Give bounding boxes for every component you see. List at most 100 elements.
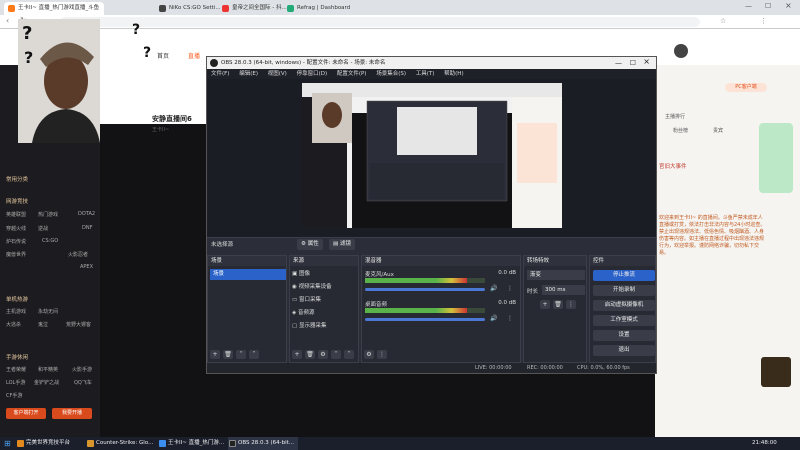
windows-start-icon[interactable]: ⊞	[4, 439, 11, 448]
tab-fans[interactable]: 粉丝榜	[673, 127, 688, 134]
maximize-icon[interactable]: ☐	[765, 2, 771, 10]
more-options-icon[interactable]: ⋮	[377, 350, 387, 359]
nav-item[interactable]: 大逃杀	[6, 321, 21, 328]
url-field[interactable]	[60, 17, 700, 27]
source-item[interactable]: ▢ 显示器采集	[292, 321, 354, 331]
minimize-icon[interactable]: —	[615, 57, 622, 69]
browser-tab[interactable]: Refrag | Dashboard	[283, 2, 363, 15]
volume-slider[interactable]	[365, 288, 485, 291]
trash-icon[interactable]: 🗑	[223, 350, 233, 359]
nav-item[interactable]: 荒野大镖客	[66, 321, 91, 328]
exit-button[interactable]: 退出	[593, 345, 655, 356]
pc-client-button[interactable]: PC客户端	[725, 83, 767, 92]
more-options-icon[interactable]: ⋮	[507, 285, 513, 292]
nav-item[interactable]: CF手游	[6, 392, 22, 399]
source-item[interactable]: ◉ 视频采集设备	[292, 282, 354, 292]
menu-scene-collection[interactable]: 场景集合(S)	[376, 71, 406, 77]
menu-view[interactable]: 视图(V)	[268, 71, 287, 77]
nav-item[interactable]: DOTA2	[78, 211, 95, 217]
nav-item[interactable]: APEX	[80, 264, 93, 270]
nav-item[interactable]: 逆战	[38, 225, 48, 232]
nav-item[interactable]: 英雄联盟	[6, 211, 26, 218]
menu-edit[interactable]: 编辑(E)	[239, 71, 258, 77]
close-icon[interactable]: ×	[785, 1, 792, 10]
open-client-button[interactable]: 客户端打开	[6, 408, 46, 419]
nav-item[interactable]: QQ飞车	[74, 379, 92, 386]
close-icon[interactable]: ×	[643, 56, 650, 68]
nav-item[interactable]: 魔兽世界	[6, 251, 26, 258]
chevron-up-icon[interactable]: ˄	[236, 350, 246, 359]
stop-streaming-button[interactable]: 停止推流	[593, 270, 655, 281]
taskbar-item[interactable]: 王卡II~ 直播_热门游...	[158, 437, 226, 450]
menu-tools[interactable]: 工具(T)	[416, 71, 435, 77]
start-recording-button[interactable]: 开始录制	[593, 285, 655, 296]
back-icon[interactable]: ‹	[6, 16, 9, 25]
nav-item[interactable]: 鬼泣	[38, 321, 48, 328]
start-virtual-camera-button[interactable]: 启动虚拟摄像机	[593, 300, 655, 311]
source-item[interactable]: ◈ 音频源	[292, 308, 354, 318]
nav-item[interactable]: 主机游戏	[6, 308, 26, 315]
taskbar-item[interactable]: 完美世界竞技平台	[16, 437, 84, 450]
filters-button[interactable]: ▤ 滤镜	[329, 239, 355, 250]
obs-preview-canvas[interactable]	[302, 83, 562, 228]
more-options-icon[interactable]: ⋮	[507, 315, 513, 322]
browser-tab-active[interactable]: 王卡II~ 直播_热门游戏直播_斗鱼	[4, 2, 104, 15]
nav-item[interactable]: 王者荣耀	[6, 366, 26, 373]
promo-banner[interactable]	[759, 123, 793, 193]
maximize-icon[interactable]: ☐	[630, 57, 636, 69]
start-stream-button[interactable]: 我要开播	[52, 408, 92, 419]
transition-select[interactable]: 渐变	[527, 270, 585, 280]
gear-icon[interactable]: ⚙	[364, 350, 374, 359]
add-icon[interactable]: +	[210, 350, 220, 359]
tab-vip[interactable]: 贵宾	[713, 127, 723, 134]
menu-file[interactable]: 文件(F)	[211, 71, 229, 77]
nav-item[interactable]: 和平精英	[38, 366, 58, 373]
more-options-icon[interactable]: ⋮	[566, 300, 576, 309]
tab-rank[interactable]: 主播排行	[665, 113, 685, 120]
studio-mode-button[interactable]: 工作室模式	[593, 315, 655, 326]
properties-button[interactable]: ⚙ 属性	[297, 239, 323, 250]
taskbar-item-active[interactable]: OBS 28.0.3 (64-bit...	[228, 437, 298, 450]
nav-item[interactable]: 穿越火线	[6, 225, 26, 232]
trash-icon[interactable]: 🗑	[553, 300, 563, 309]
trash-icon[interactable]: 🗑	[305, 350, 315, 359]
volume-slider[interactable]	[365, 318, 485, 321]
menu-icon[interactable]: ⋮	[760, 17, 767, 25]
speaker-icon[interactable]: 🔊	[490, 315, 497, 322]
nav-item[interactable]: CS:GO	[42, 238, 58, 244]
chevron-down-icon[interactable]: ˅	[249, 350, 259, 359]
add-icon[interactable]: +	[292, 350, 302, 359]
duration-input[interactable]: 300 ms	[542, 285, 585, 295]
nav-item[interactable]: 热门游戏	[38, 211, 58, 218]
source-item[interactable]: ▣ 图像	[292, 269, 354, 279]
scene-item-selected[interactable]: 场景	[210, 269, 286, 280]
source-item[interactable]: ▭ 窗口采集	[292, 295, 354, 305]
star-icon[interactable]: ☆	[720, 17, 726, 25]
nav-item[interactable]: 火影忍者	[68, 251, 88, 258]
minimize-icon[interactable]: —	[745, 2, 752, 10]
gear-icon[interactable]: ⚙	[318, 350, 328, 359]
nav-item[interactable]: 火影手游	[72, 366, 92, 373]
douyu-icon	[8, 5, 15, 12]
nav-item[interactable]: 永劫无间	[38, 308, 58, 315]
avatar[interactable]	[674, 44, 688, 58]
add-icon[interactable]: +	[540, 300, 550, 309]
chevron-up-icon[interactable]: ˄	[331, 350, 341, 359]
menu-docks[interactable]: 停靠窗口(D)	[297, 71, 328, 77]
nav-item[interactable]: 金铲铲之战	[34, 379, 59, 386]
settings-button[interactable]: 设置	[593, 330, 655, 341]
mixer-buttons: ⚙ ⋮	[364, 350, 390, 360]
game-badge[interactable]	[761, 357, 791, 387]
nav-item[interactable]: DNF	[82, 225, 92, 231]
nav-live[interactable]: 直播	[188, 51, 200, 60]
host-name[interactable]: 王卡II~	[152, 126, 169, 133]
nav-home[interactable]: 首页	[157, 51, 169, 60]
nav-item[interactable]: LOL手游	[6, 379, 25, 386]
chevron-down-icon[interactable]: ˅	[344, 350, 354, 359]
menu-profile[interactable]: 配置文件(P)	[337, 71, 367, 77]
nav-item[interactable]: 炉石传说	[6, 238, 26, 245]
menu-help[interactable]: 帮助(H)	[444, 71, 463, 77]
speaker-icon[interactable]: 🔊	[490, 285, 497, 292]
taskbar-item[interactable]: Counter-Strike: Glo...	[86, 437, 158, 450]
svg-text:?: ?	[24, 48, 33, 67]
